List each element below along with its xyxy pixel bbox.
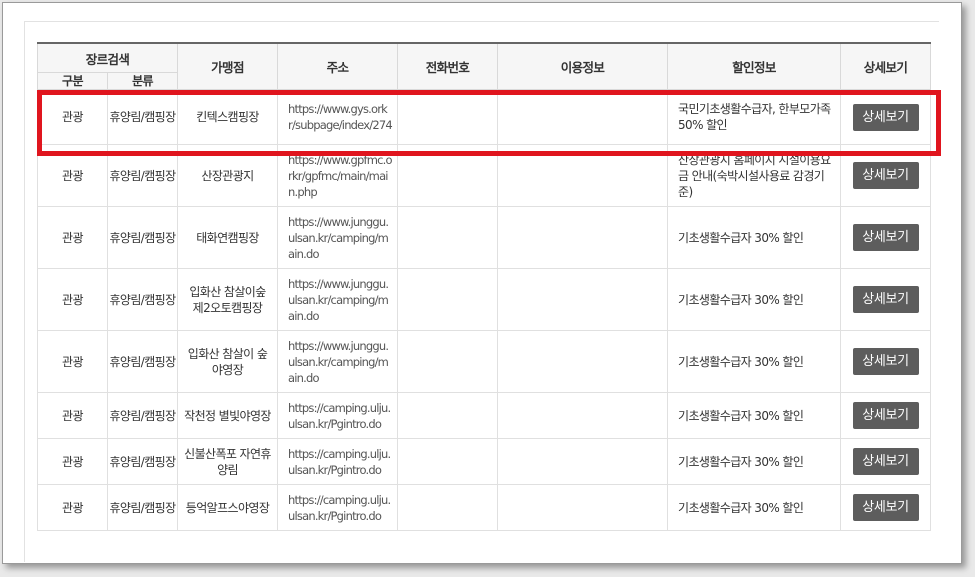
cell-bunryu: 휴양림/캠핑장 (106, 268, 179, 331)
cell-usage (497, 484, 669, 531)
cell-gubun: 관광 (37, 484, 108, 531)
detail-button[interactable]: 상세보기 (852, 402, 919, 429)
cell-address: https://www.junggu.ulsan.kr/camping/main… (277, 206, 399, 269)
cell-discount: 기초생활수급자 30% 할인 (667, 392, 842, 439)
cell-detail: 상세보기 (840, 392, 932, 439)
header-bunryu: 분류 (106, 72, 179, 90)
cell-address: https://camping.ulju.ulsan.kr/Pgintro.do (277, 392, 399, 439)
cell-phone (397, 392, 499, 439)
cell-gubun: 관광 (37, 438, 108, 485)
cell-bunryu: 휴양림/캠핑장 (106, 144, 179, 207)
detail-button[interactable]: 상세보기 (852, 448, 919, 475)
cell-store: 신불산폭포 자연휴양림 (177, 438, 279, 485)
header-usage: 이용정보 (497, 42, 669, 90)
cell-store: 산장관광지 (177, 144, 279, 207)
cell-usage (497, 206, 669, 269)
cell-detail: 상세보기 (840, 206, 932, 269)
cell-detail: 상세보기 (840, 268, 932, 331)
cell-detail: 상세보기 (840, 144, 932, 207)
cell-bunryu: 휴양림/캠핑장 (106, 484, 179, 531)
screenshot-frame: 장르검색 가맹점 주소 전화번호 이용정보 할인정보 상세보기 구분 분류 관광… (2, 2, 962, 564)
cell-bunryu: 휴양림/캠핑장 (106, 392, 179, 439)
detail-button[interactable]: 상세보기 (852, 494, 919, 521)
table-row: 관광 휴양림/캠핑장 작천정 별빛야영장 https://camping.ulj… (37, 392, 932, 439)
cell-usage (497, 438, 669, 485)
cell-address: https://www.junggu.ulsan.kr/camping/main… (277, 330, 399, 393)
cell-address: https://camping.ulju.ulsan.kr/Pgintro.do (277, 438, 399, 485)
cell-gubun: 관광 (37, 330, 108, 393)
header-store: 가맹점 (177, 42, 279, 90)
header-category-search: 장르검색 (36, 42, 179, 73)
cell-usage (497, 330, 669, 393)
table-row: 관광 휴양림/캠핑장 등억알프스야영장 https://camping.ulju… (37, 484, 932, 531)
table-row: 관광 휴양림/캠핑장 킨텍스캠핑장 https://www.gys.orkr/s… (37, 89, 932, 145)
cell-usage (497, 144, 669, 207)
cell-usage (497, 268, 669, 331)
cell-gubun: 관광 (37, 392, 108, 439)
cell-address: https://camping.ulju.ulsan.kr/Pgintro.do (277, 484, 399, 531)
cell-discount: 국민기초생활수급자, 한부모가족 50% 할인 (667, 89, 842, 145)
header-phone: 전화번호 (397, 42, 499, 90)
cell-store: 등억알프스야영장 (177, 484, 279, 531)
cell-store: 입화산 참살이숲 제2오토캠핑장 (177, 268, 279, 331)
header-detail: 상세보기 (840, 42, 932, 90)
cell-gubun: 관광 (37, 268, 108, 331)
header-discount: 할인정보 (667, 42, 842, 90)
cell-gubun: 관광 (37, 206, 108, 269)
cell-phone (397, 438, 499, 485)
cell-gubun: 관광 (37, 144, 108, 207)
cell-address: https://www.gpfmc.orkr/gpfmc/main/main.p… (277, 144, 399, 207)
cell-bunryu: 휴양림/캠핑장 (106, 89, 179, 145)
cell-detail: 상세보기 (840, 330, 932, 393)
cell-store: 태화연캠핑장 (177, 206, 279, 269)
detail-button[interactable]: 상세보기 (852, 286, 919, 313)
cell-detail: 상세보기 (840, 484, 932, 531)
cell-address: https://www.gys.orkr/subpage/index/274 (277, 89, 399, 145)
cell-discount: 기초생활수급자 30% 할인 (667, 268, 842, 331)
cell-phone (397, 484, 499, 531)
detail-button[interactable]: 상세보기 (852, 103, 919, 131)
cell-store: 킨텍스캠핑장 (177, 89, 279, 145)
table-row: 관광 휴양림/캠핑장 입화산 참살이 숲 야영장 https://www.jun… (37, 330, 932, 393)
cell-bunryu: 휴양림/캠핑장 (106, 206, 179, 269)
cell-discount: 기초생활수급자 30% 할인 (667, 484, 842, 531)
cell-detail: 상세보기 (840, 438, 932, 485)
table-row: 관광 휴양림/캠핑장 태화연캠핑장 https://www.junggu.uls… (37, 206, 932, 269)
cell-store: 작천정 별빛야영장 (177, 392, 279, 439)
cell-address: https://www.junggu.ulsan.kr/camping/main… (277, 268, 399, 331)
cell-bunryu: 휴양림/캠핑장 (106, 438, 179, 485)
header-address: 주소 (277, 42, 399, 90)
cell-usage (497, 392, 669, 439)
cell-gubun: 관광 (37, 89, 108, 145)
cell-discount: 산장관광지 홈페이지 시설이용요금 안내(숙박시설사용료 감경기준) (667, 144, 842, 207)
cell-store: 입화산 참살이 숲 야영장 (177, 330, 279, 393)
cell-phone (397, 268, 499, 331)
cell-detail: 상세보기 (840, 89, 932, 145)
header-gubun: 구분 (37, 72, 108, 90)
content-panel: 장르검색 가맹점 주소 전화번호 이용정보 할인정보 상세보기 구분 분류 관광… (24, 21, 939, 562)
cell-discount: 기초생활수급자 30% 할인 (667, 438, 842, 485)
cell-phone (397, 206, 499, 269)
cell-usage (497, 89, 669, 145)
detail-button[interactable]: 상세보기 (852, 348, 919, 375)
table-row: 관광 휴양림/캠핑장 입화산 참살이숲 제2오토캠핑장 https://www.… (37, 268, 932, 331)
table-row: 관광 휴양림/캠핑장 산장관광지 https://www.gpfmc.orkr/… (37, 144, 932, 207)
cell-discount: 기초생활수급자 30% 할인 (667, 330, 842, 393)
detail-button[interactable]: 상세보기 (852, 162, 919, 189)
detail-button[interactable]: 상세보기 (852, 224, 919, 251)
cell-phone (397, 144, 499, 207)
cell-bunryu: 휴양림/캠핑장 (106, 330, 179, 393)
cell-discount: 기초생활수급자 30% 할인 (667, 206, 842, 269)
cell-phone (397, 330, 499, 393)
merchant-table: 장르검색 가맹점 주소 전화번호 이용정보 할인정보 상세보기 구분 분류 관광… (36, 42, 932, 531)
cell-phone (397, 89, 499, 145)
table-row: 관광 휴양림/캠핑장 신불산폭포 자연휴양림 https://camping.u… (37, 438, 932, 485)
